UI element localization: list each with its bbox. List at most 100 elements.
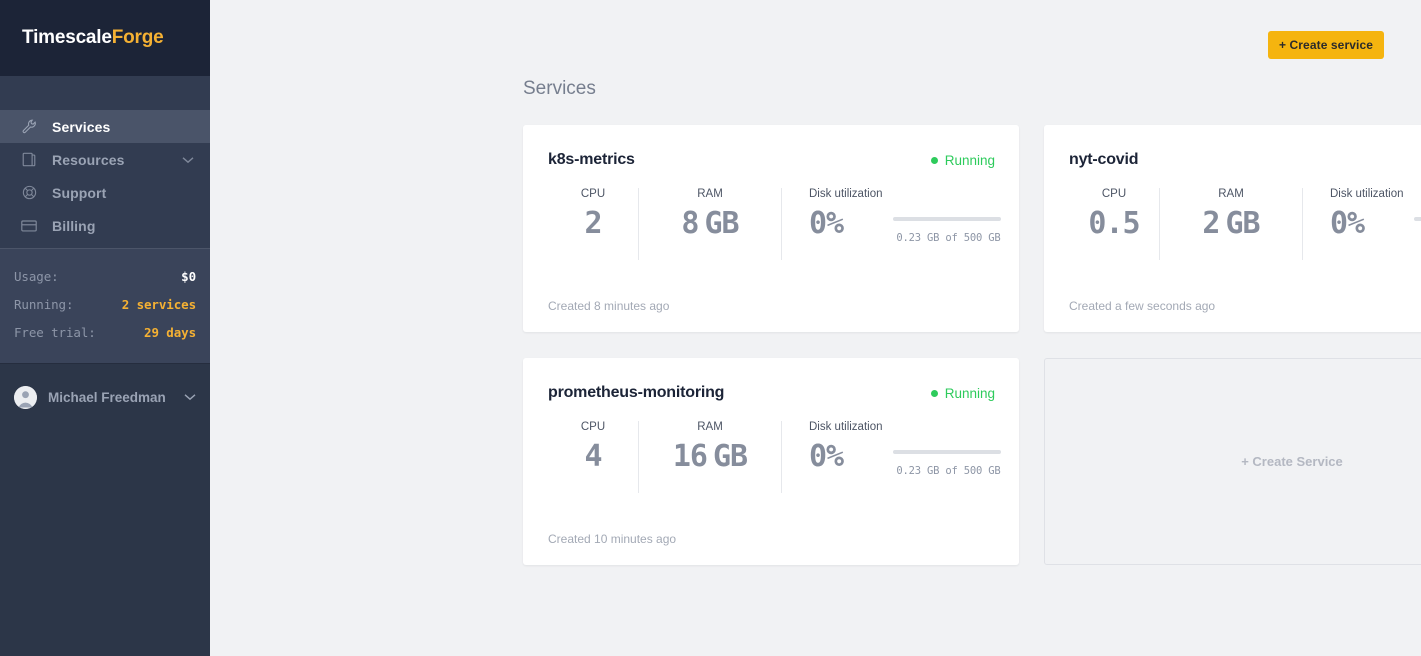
metric-value: 4 (584, 439, 602, 474)
disk-detail: 0.23 GB of 500 GB (896, 465, 1001, 477)
metric-label: CPU (580, 421, 606, 433)
usage-summary: Usage: $0 Running: 2 services Free trial… (0, 248, 210, 364)
brand-name-primary: Timescale (22, 27, 112, 48)
usage-value: 29 days (144, 325, 196, 340)
service-created-time: Created 10 minutes ago (548, 532, 677, 546)
brand-logo[interactable]: TimescaleForge (0, 0, 210, 76)
metric-cpu: CPU 4 (548, 421, 638, 493)
service-created-time: Created 8 minutes ago (548, 299, 670, 313)
metric-label: CPU (580, 188, 606, 200)
metric-ram: RAM 16 GB (638, 421, 781, 493)
sidebar-item-label: Services (52, 118, 111, 135)
disk-usage-bar (892, 217, 1001, 221)
brand-logo-text: TimescaleForge (22, 27, 164, 49)
chevron-down-icon[interactable] (182, 151, 194, 169)
metric-value: 2 (584, 206, 602, 241)
metric-value: 0% (1330, 206, 1365, 241)
service-metrics: CPU 2 RAM 8 GB Disk utilization 0% 0.23 … (523, 188, 1019, 260)
service-name: prometheus-monitoring (548, 384, 725, 401)
ram-unit: GB (1225, 206, 1260, 241)
ram-amount: 16 (672, 439, 708, 474)
sidebar-top-spacer (0, 76, 210, 110)
chevron-down-icon[interactable] (184, 388, 196, 406)
sidebar-item-label: Resources (52, 151, 125, 168)
sidebar-filler (0, 430, 210, 656)
account-name: Michael Freedman (48, 389, 166, 405)
disk-right: 0.00 GB of 25 GB (1413, 188, 1421, 260)
usage-label: Running: (14, 297, 74, 312)
disk-detail: 0.23 GB of 500 GB (896, 232, 1001, 244)
avatar (14, 385, 37, 409)
page-title: Services (523, 78, 596, 99)
metric-ram: RAM 8 GB (638, 188, 781, 260)
metric-label: Disk utilization (1330, 188, 1404, 200)
ram-amount: 8 (681, 206, 699, 241)
service-name: k8s-metrics (548, 151, 635, 168)
sidebar-item-resources[interactable]: Resources (0, 143, 210, 176)
book-icon (18, 150, 40, 170)
service-name: nyt-covid (1069, 151, 1139, 168)
metric-disk: Disk utilization 0% 0.23 GB of 500 GB (781, 421, 1001, 493)
usage-label: Free trial: (14, 325, 96, 340)
topbar: + Create service (210, 0, 1421, 76)
metric-value: 8 GB (639, 204, 781, 244)
status-badge: Running (930, 152, 995, 168)
service-card[interactable]: k8s-metrics Running CPU 2 RAM 8 GB Disk … (523, 125, 1019, 332)
metric-label: RAM (1218, 188, 1244, 200)
service-card[interactable]: nyt-covid In Progress CPU 0.5 RAM 2GB (1044, 125, 1421, 332)
disk-usage-bar (1413, 217, 1421, 221)
service-card-header: k8s-metrics Running (523, 125, 1019, 169)
sidebar-item-support[interactable]: Support (0, 176, 210, 209)
account-menu[interactable]: Michael Freedman (0, 364, 210, 430)
metric-value: 2 GB (1160, 204, 1302, 244)
sidebar: TimescaleForge Services Resources Suppor… (0, 0, 210, 656)
sidebar-item-billing[interactable]: Billing (0, 209, 210, 242)
metric-label: Disk utilization (809, 421, 883, 433)
lifebuoy-icon (18, 183, 40, 203)
metric-disk: Disk utilization 0% 0.00 GB of 25 GB (1302, 188, 1421, 260)
metric-label: RAM (697, 421, 723, 433)
services-grid: k8s-metrics Running CPU 2 RAM 8 GB Disk … (523, 125, 1421, 565)
status-badge: Running (930, 385, 995, 401)
disk-left: Disk utilization 0% (809, 188, 883, 260)
disk-left: Disk utilization 0% (809, 421, 883, 493)
main-content: + Create service Services k8s-metrics Ru… (210, 0, 1421, 656)
metric-cpu: CPU 2 (548, 188, 638, 260)
usage-label: Usage: (14, 269, 59, 284)
wrench-icon (18, 117, 40, 137)
metric-label: Disk utilization (809, 188, 883, 200)
usage-row-running: Running: 2 services (14, 291, 196, 319)
ram-unit: GB (713, 439, 748, 474)
metric-ram: RAM 2 GB (1159, 188, 1302, 260)
service-created-time: Created a few seconds ago (1069, 299, 1216, 313)
status-dot-icon (930, 389, 938, 397)
usage-row-usage: Usage: $0 (14, 263, 196, 291)
metric-value: 0% (809, 206, 844, 241)
service-metrics: CPU 4 RAM 16 GB Disk utilization 0% 0.23… (523, 421, 1019, 493)
status-label: Running (944, 152, 995, 168)
credit-card-icon (18, 216, 40, 236)
metric-cpu: CPU 0.5 (1069, 188, 1159, 260)
sidebar-nav: Services Resources Support Billing (0, 110, 210, 248)
create-service-button[interactable]: + Create service (1267, 31, 1384, 59)
service-card[interactable]: prometheus-monitoring Running CPU 4 RAM … (523, 358, 1019, 565)
disk-usage-bar (892, 450, 1001, 454)
sidebar-item-services[interactable]: Services (0, 110, 210, 143)
metric-value: 16 GB (639, 437, 781, 477)
service-card-header: nyt-covid In Progress (1044, 125, 1421, 169)
ram-unit: GB (704, 206, 739, 241)
usage-row-free-trial: Free trial: 29 days (14, 319, 196, 347)
disk-right: 0.23 GB of 500 GB (892, 421, 1001, 493)
create-service-placeholder-label: + Create Service (1241, 454, 1343, 469)
metric-value: 0.5 (1088, 206, 1140, 241)
create-service-placeholder-card[interactable]: + Create Service (1044, 358, 1421, 565)
service-card-header: prometheus-monitoring Running (523, 358, 1019, 402)
sidebar-item-label: Billing (52, 217, 96, 234)
metric-disk: Disk utilization 0% 0.23 GB of 500 GB (781, 188, 1001, 260)
app-root: TimescaleForge Services Resources Suppor… (0, 0, 1421, 656)
brand-name-secondary: Forge (111, 27, 164, 48)
status-label: Running (944, 385, 995, 401)
status-dot-icon (930, 156, 938, 164)
ram-amount: 2 (1202, 206, 1220, 241)
metric-label: RAM (697, 188, 723, 200)
